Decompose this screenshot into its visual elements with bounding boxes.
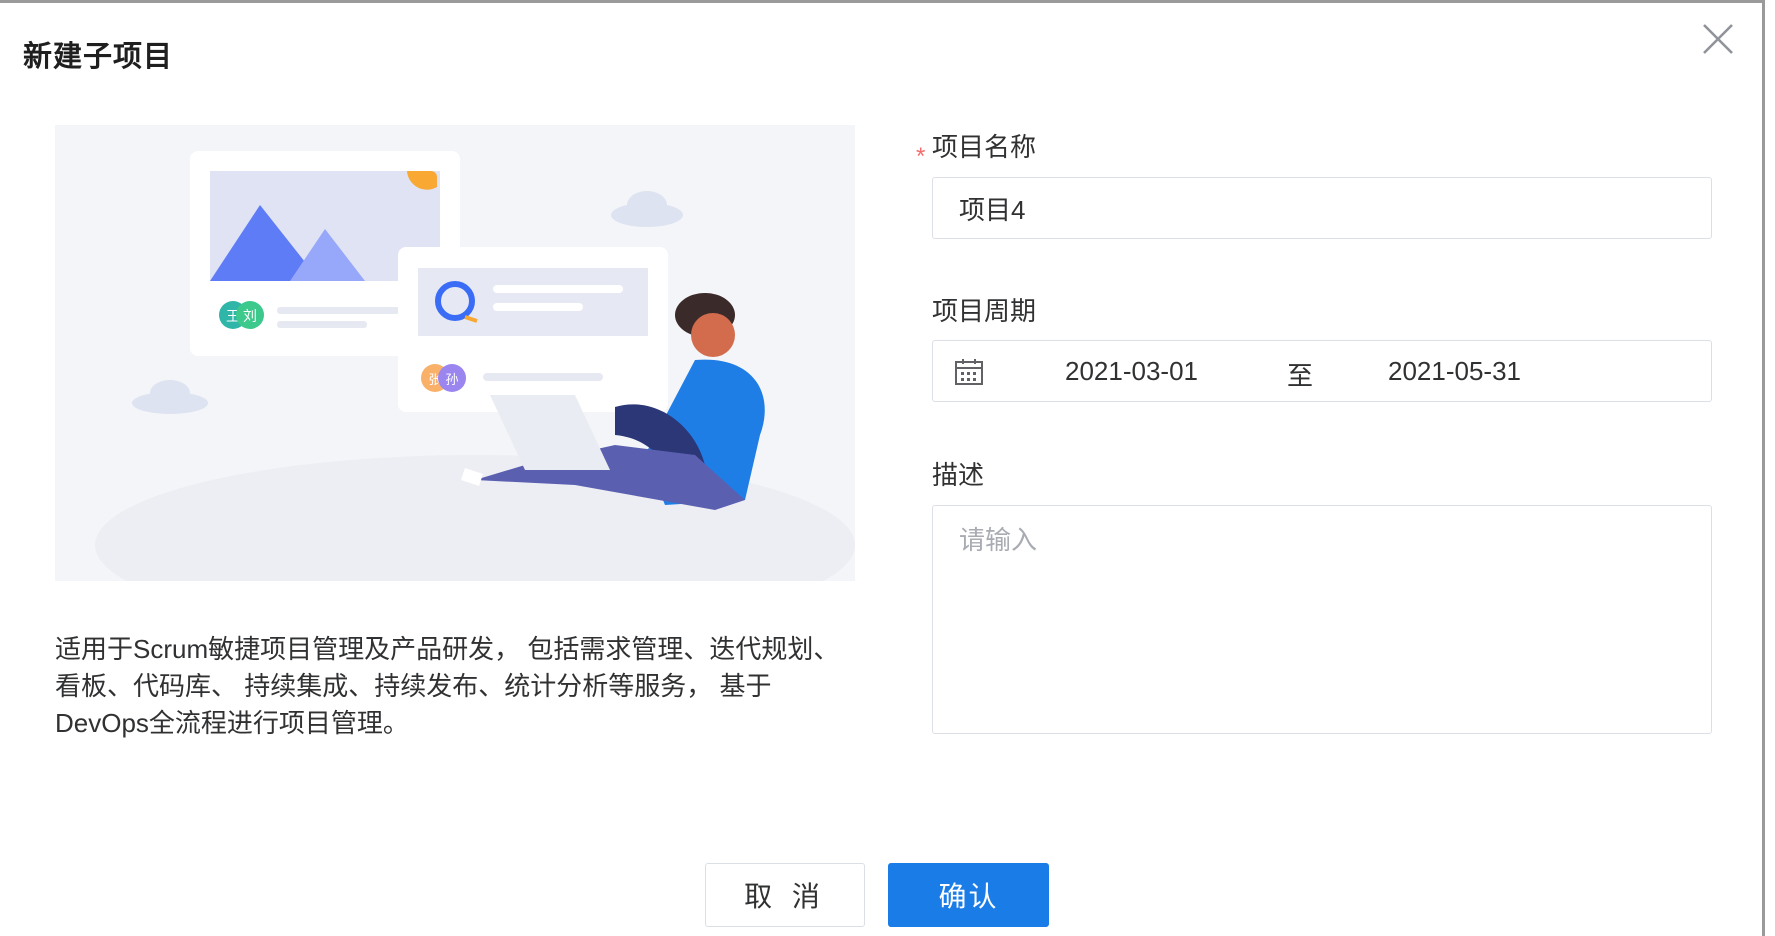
close-icon[interactable] <box>1700 21 1736 57</box>
required-mark: * <box>916 143 926 170</box>
description-label: 描述 <box>932 460 985 490</box>
avatar-label: 孙 <box>445 372 458 387</box>
project-type-description: 适用于Scrum敏捷项目管理及产品研发， 包括需求管理、迭代规划、看板、代码库、… <box>55 634 840 738</box>
avatar-label: 刘 <box>243 308 257 324</box>
start-date-input[interactable]: 2021-03-01 <box>1065 356 1198 387</box>
calendar-icon <box>955 359 983 385</box>
description-textarea[interactable] <box>932 505 1712 734</box>
illustration: 王 刘 张 孙 <box>55 125 855 581</box>
project-period-label: 项目周期 <box>932 296 1037 326</box>
project-period-date-range[interactable]: 2021-03-01 至 2021-05-31 <box>932 340 1712 402</box>
project-name-label: 项目名称 <box>932 132 1037 162</box>
project-name-input[interactable] <box>932 177 1712 239</box>
new-subproject-dialog: 新建子项目 王 刘 张 孙 适用于Scrum敏捷项目管理及产品研发， 包括需求管… <box>0 0 1765 936</box>
illustration-image: 王 刘 张 孙 <box>95 151 855 581</box>
cancel-button[interactable]: 取 消 <box>705 863 865 927</box>
confirm-button[interactable]: 确认 <box>888 863 1049 927</box>
end-date-input[interactable]: 2021-05-31 <box>1388 356 1521 387</box>
dialog-title: 新建子项目 <box>23 41 174 73</box>
range-separator: 至 <box>1287 361 1314 391</box>
